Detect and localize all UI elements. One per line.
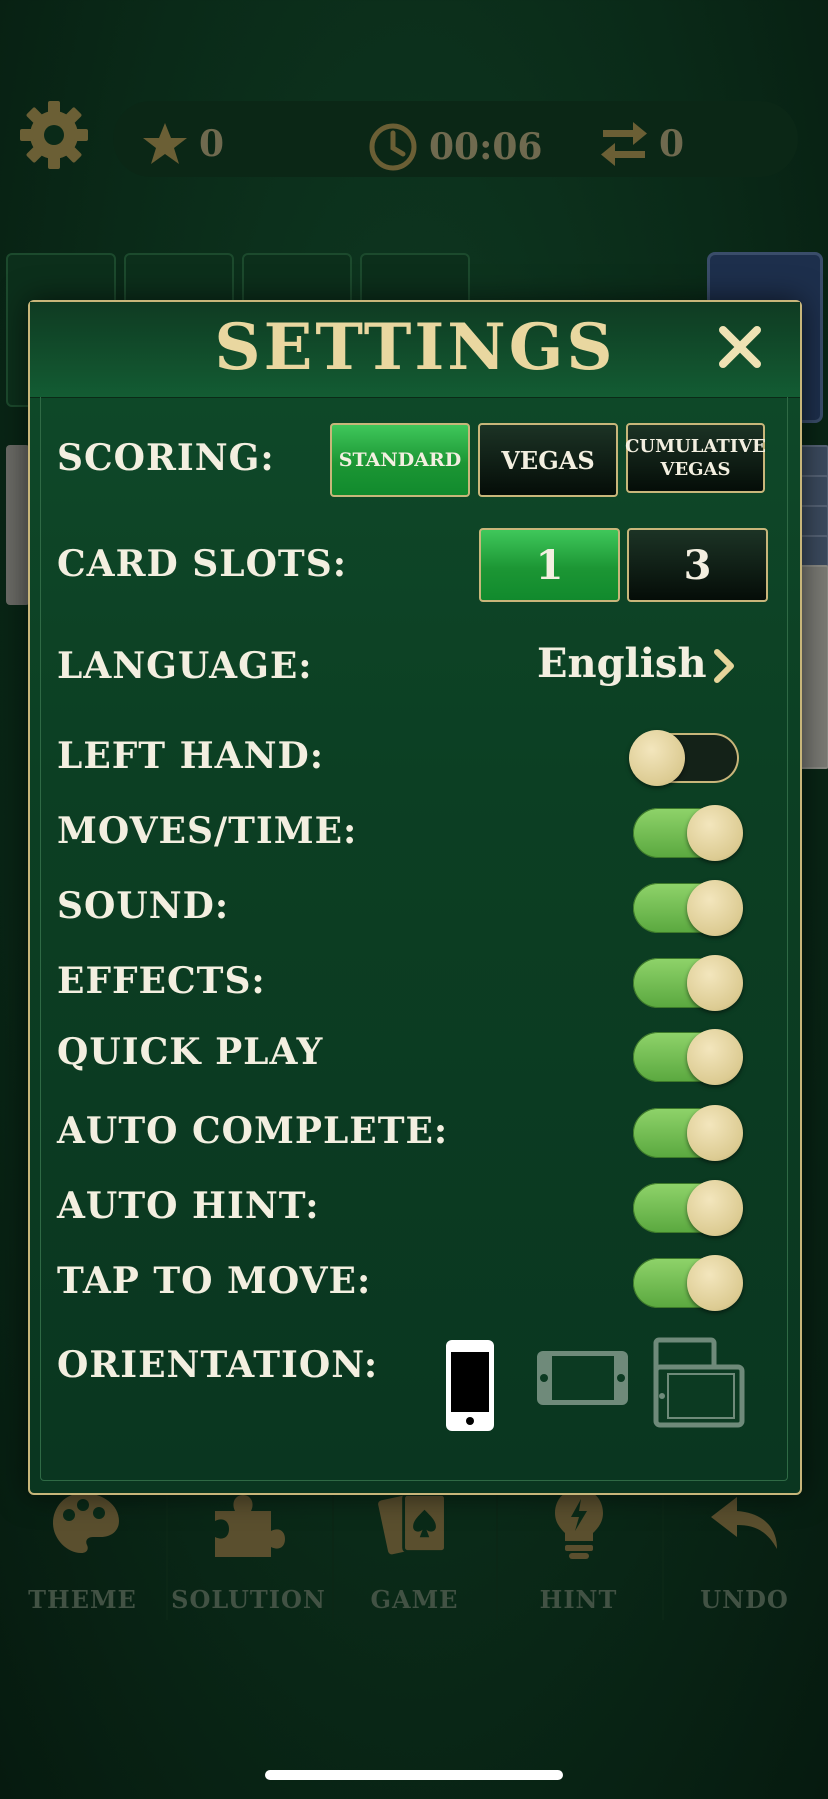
quick-play-toggle[interactable] <box>633 1029 743 1085</box>
orientation-label: ORIENTATION: <box>57 1344 379 1386</box>
gear-icon[interactable] <box>18 99 90 171</box>
tap-to-move-label: TAP TO MOVE: <box>57 1260 372 1302</box>
close-icon[interactable] <box>715 322 765 372</box>
swap-arrows-icon <box>601 122 647 166</box>
moves-time-toggle[interactable] <box>633 805 743 861</box>
card-slots-1-button[interactable]: 1 <box>479 528 620 602</box>
stars-value: 0 <box>199 123 225 165</box>
lightbulb-icon <box>554 1489 603 1559</box>
clock-icon <box>369 123 417 171</box>
orientation-landscape-icon[interactable] <box>536 1350 629 1406</box>
star-icon <box>143 123 187 164</box>
language-value[interactable]: English <box>537 640 707 687</box>
cards-icon <box>377 1493 447 1555</box>
toggle-knob <box>629 730 685 786</box>
orientation-portrait-icon[interactable] <box>445 1339 495 1432</box>
toggle-knob <box>687 880 743 936</box>
chevron-right-icon[interactable] <box>711 646 737 686</box>
toggle-knob <box>687 1029 743 1085</box>
moves-value: 0 <box>659 123 685 165</box>
scoring-standard-button[interactable]: STANDARD <box>330 423 470 497</box>
left-hand-toggle[interactable] <box>629 730 739 786</box>
toggle-knob <box>687 1180 743 1236</box>
stars-counter: 0 <box>141 121 224 167</box>
sound-toggle[interactable] <box>633 880 743 936</box>
toggle-knob <box>687 1255 743 1311</box>
puzzle-icon <box>214 1495 285 1557</box>
left-hand-label: LEFT HAND: <box>57 735 324 777</box>
tableau-card <box>6 445 30 605</box>
toggle-knob <box>687 1105 743 1161</box>
time-value: 00:06 <box>429 126 543 168</box>
toggle-knob <box>687 955 743 1011</box>
tap-to-move-toggle[interactable] <box>633 1255 743 1311</box>
quick-play-label: QUICK PLAY <box>57 1031 324 1073</box>
dialog-header: SETTINGS <box>30 302 800 398</box>
language-label: LANGUAGE: <box>57 645 313 687</box>
scoring-vegas-button[interactable]: VEGAS <box>478 423 618 497</box>
nav-theme-label: THEME <box>28 1585 137 1614</box>
nav-solution-label: SOLUTION <box>171 1585 326 1614</box>
scoring-cumulative-vegas-button[interactable]: CUMULATIVE VEGAS <box>625 423 766 493</box>
scoring-label: SCORING: <box>57 437 275 479</box>
auto-complete-label: AUTO COMPLETE: <box>57 1110 449 1152</box>
dialog-title: SETTINGS <box>214 310 616 385</box>
nav-hint-label: HINT <box>539 1585 618 1614</box>
palette-icon <box>52 1493 119 1553</box>
effects-label: EFFECTS: <box>57 960 266 1002</box>
nav-game-label: GAME <box>370 1585 459 1614</box>
auto-hint-label: AUTO HINT: <box>57 1185 320 1227</box>
nav-undo-label: UNDO <box>700 1585 789 1614</box>
undo-icon <box>710 1497 777 1549</box>
timer: 00:06 <box>367 121 542 173</box>
home-indicator[interactable] <box>265 1770 563 1780</box>
auto-hint-toggle[interactable] <box>633 1180 743 1236</box>
toggle-knob <box>687 805 743 861</box>
hud: 0 00:06 0 <box>0 95 828 185</box>
auto-complete-toggle[interactable] <box>633 1105 743 1161</box>
moves-counter: 0 <box>599 121 684 167</box>
sound-label: SOUND: <box>57 885 230 927</box>
card-slots-label: CARD SLOTS: <box>57 543 347 585</box>
orientation-auto-icon[interactable] <box>653 1337 745 1429</box>
hud-bar: 0 00:06 0 <box>113 101 798 177</box>
card-slots-3-button[interactable]: 3 <box>627 528 768 602</box>
moves-time-label: MOVES/TIME: <box>57 810 358 852</box>
effects-toggle[interactable] <box>633 955 743 1011</box>
